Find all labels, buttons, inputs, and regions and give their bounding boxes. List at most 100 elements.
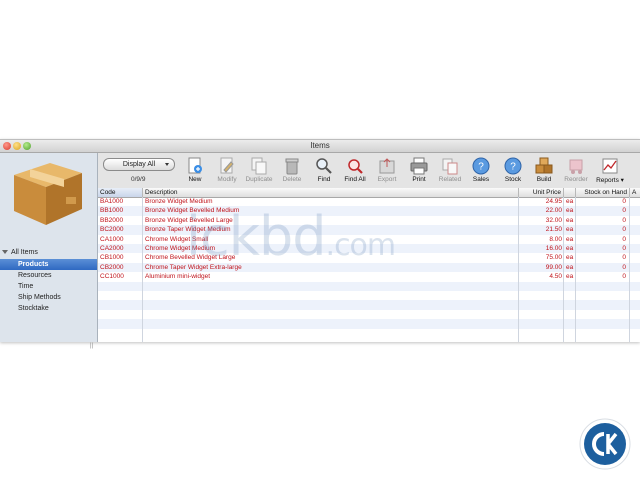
column-header-description[interactable]: Description: [143, 188, 519, 197]
cell-stock-on-hand: 0: [622, 216, 626, 224]
reorder-cart-icon: [569, 159, 583, 174]
cell-unit-price: 22.00: [545, 207, 562, 215]
cell-description: Bronze Widget Bevelled Large: [145, 216, 233, 224]
table-row[interactable]: BB2000 Bronze Widget Bevelled Large 32.00 e…: [98, 216, 640, 225]
cell-code: BB2000: [100, 216, 124, 224]
pencil-document-icon: [220, 157, 234, 174]
reorder-button[interactable]: Reorder: [560, 157, 592, 187]
cell-unit-price: 32.00: [545, 216, 562, 224]
column-picker-button[interactable]: A: [630, 188, 640, 197]
chevron-down-icon: [165, 163, 169, 166]
cell-description: Chrome Bevelled Widget Large: [145, 254, 236, 262]
cell-stock-on-hand: 0: [622, 235, 626, 243]
build-button[interactable]: Build: [528, 157, 560, 187]
table-row[interactable]: [98, 291, 640, 300]
cell-code: BB1000: [100, 207, 124, 215]
column-divider: [629, 197, 630, 342]
sidebar-item-stocktake[interactable]: Stocktake: [0, 303, 97, 314]
sidebar-root-all-items[interactable]: All Items: [2, 249, 38, 256]
column-divider: [575, 197, 576, 342]
table-row[interactable]: CC1000 Aluminium mini-widget 4.50 ea 0: [98, 272, 640, 281]
cell-code: CB2000: [100, 263, 124, 271]
table-row[interactable]: BB1000 Bronze Widget Bevelled Medium 22.00…: [98, 206, 640, 216]
stock-button[interactable]: ? Stock: [497, 157, 529, 187]
cell-description: Bronze Taper Widget Medium: [145, 226, 231, 234]
sidebar-item-products[interactable]: Products: [0, 259, 97, 270]
print-button[interactable]: Print: [403, 157, 435, 187]
sidebar-item-ship-methods[interactable]: Ship Methods: [0, 292, 97, 303]
find-all-icon: [348, 159, 363, 174]
table-row[interactable]: BA1000 Bronze Widget Medium 24.95 ea 0: [98, 197, 640, 206]
ck-logo-icon: [579, 418, 631, 470]
disclosure-triangle-icon[interactable]: [2, 250, 8, 254]
svg-text:?: ?: [478, 162, 484, 173]
cell-description: Bronze Widget Medium: [145, 198, 213, 205]
cell-code: CA2000: [100, 245, 124, 252]
display-filter-select[interactable]: Display All: [103, 158, 175, 171]
table-row[interactable]: [98, 319, 640, 329]
cell-stock-on-hand: 0: [622, 245, 626, 252]
sales-button[interactable]: ? Sales: [465, 157, 497, 187]
table-row[interactable]: BC2000 Bronze Taper Widget Medium 21.50 ea 0: [98, 225, 640, 235]
column-divider: [142, 197, 143, 342]
product-box-icon: [14, 163, 82, 225]
cell-stock-on-hand: 0: [622, 198, 626, 205]
cell-unit-price: 99.00: [545, 263, 562, 271]
export-icon: [379, 158, 395, 174]
cell-description: Aluminium mini-widget: [145, 273, 211, 281]
find-button[interactable]: Find: [308, 157, 340, 187]
export-button[interactable]: Export: [371, 157, 403, 187]
modify-button[interactable]: Modify: [211, 157, 243, 187]
magnifier-icon: [316, 158, 332, 174]
table-row[interactable]: CB2000 Chrome Taper Widget Extra-large 99.…: [98, 262, 640, 273]
column-divider: [563, 197, 564, 342]
svg-text:?: ?: [510, 162, 516, 173]
cell-code: BC2000: [100, 226, 124, 234]
trash-icon: [285, 158, 299, 175]
cell-stock-on-hand: 0: [622, 207, 626, 215]
sidebar-item-resources[interactable]: Resources: [0, 270, 97, 281]
cell-stock-on-hand: 0: [622, 263, 626, 271]
duplicate-button[interactable]: Duplicate: [243, 157, 275, 187]
column-divider: [518, 197, 519, 342]
cell-unit-price: 24.95: [545, 198, 562, 205]
cell-unit-price: 8.00: [549, 235, 562, 243]
cell-description: Bronze Widget Bevelled Medium: [145, 207, 240, 215]
window-title: Items: [310, 141, 330, 150]
items-table: Code Description Unit Price Stock on Han…: [98, 188, 640, 342]
toolbar: Display All 0/9/9 New Modify Duplicate D…: [98, 153, 640, 188]
table-row[interactable]: [98, 329, 640, 338]
cell-unit-price: 75.00: [545, 254, 562, 262]
table-row[interactable]: CA1000 Chrome Widget Small 8.00 ea 0: [98, 235, 640, 244]
table-row[interactable]: [98, 310, 640, 319]
related-button[interactable]: Related: [434, 157, 466, 187]
cell-description: Chrome Widget Medium: [145, 245, 216, 252]
new-button[interactable]: New: [179, 157, 211, 187]
title-bar[interactable]: Items: [0, 140, 640, 153]
table-row[interactable]: CB1000 Chrome Bevelled Widget Large 75.00 e…: [98, 253, 640, 262]
find-all-button[interactable]: Find All: [339, 157, 371, 187]
cell-code: CC1000: [100, 273, 124, 281]
column-header-stock-on-hand[interactable]: Stock on Hand: [576, 188, 630, 197]
cell-unit-price: 16.00: [545, 245, 562, 252]
delete-button[interactable]: Delete: [276, 157, 308, 187]
cell-code: CA1000: [100, 235, 124, 243]
column-header-code[interactable]: Code: [98, 188, 143, 197]
resize-grip-icon[interactable]: ||: [90, 343, 96, 349]
chart-report-icon: [602, 158, 618, 174]
sidebar: All Items Products Resources Time Ship M…: [0, 153, 98, 349]
column-header-unit[interactable]: [564, 188, 576, 197]
sidebar-item-time[interactable]: Time: [0, 281, 97, 292]
table-row[interactable]: [98, 300, 640, 310]
cell-unit-price: 21.50: [545, 226, 562, 234]
cell-stock-on-hand: 0: [622, 226, 626, 234]
column-header-unit-price[interactable]: Unit Price: [519, 188, 564, 197]
reports-button[interactable]: Reports ▾: [594, 157, 626, 187]
related-icon: [442, 158, 458, 175]
table-row[interactable]: CA2000 Chrome Widget Medium 16.00 ea 0: [98, 244, 640, 254]
table-row[interactable]: [98, 281, 640, 291]
record-counter: 0/9/9: [131, 176, 146, 183]
cell-description: Chrome Taper Widget Extra-large: [145, 263, 242, 271]
cell-code: CB1000: [100, 254, 124, 262]
cell-code: BA1000: [100, 198, 124, 205]
